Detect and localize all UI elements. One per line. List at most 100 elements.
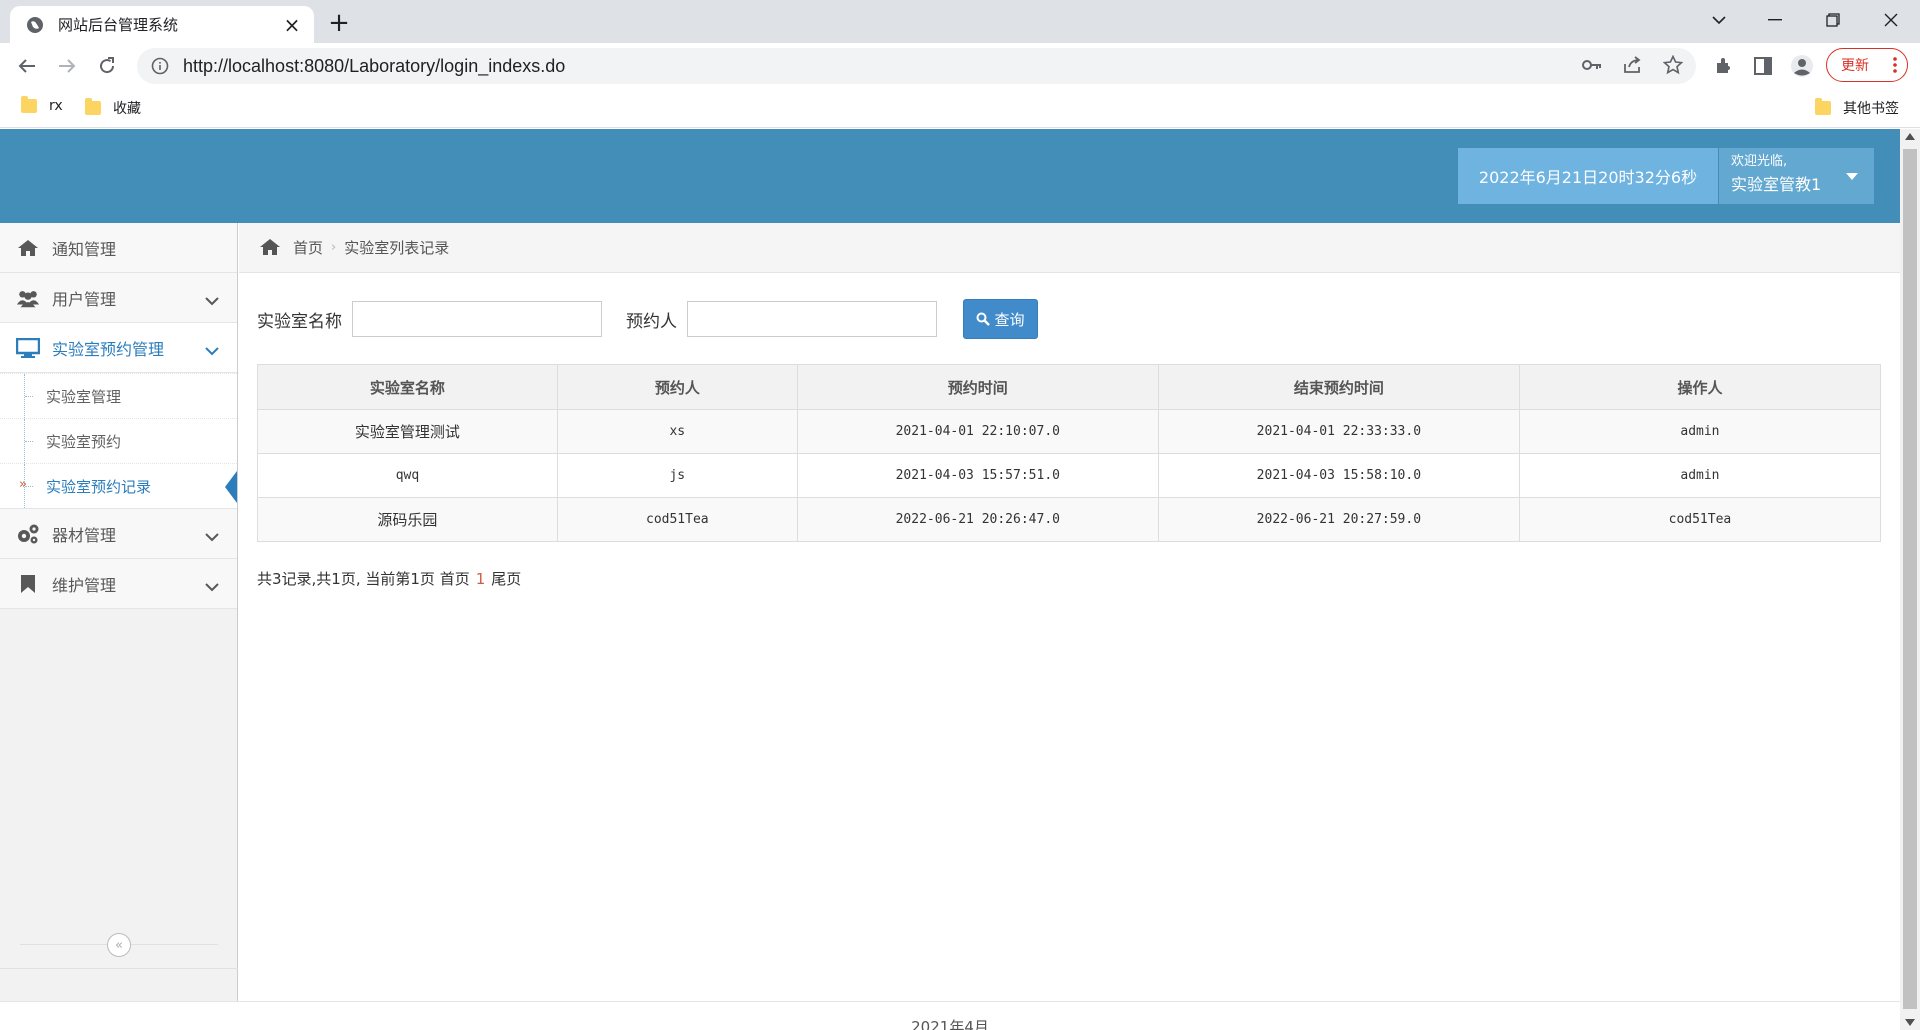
share-icon[interactable] <box>1621 53 1645 77</box>
sidebar-item-label: 器材管理 <box>52 525 117 545</box>
update-button[interactable]: 更新 <box>1826 48 1908 82</box>
sidebar-subitem-lab-management[interactable]: 实验室管理 <box>0 373 237 418</box>
table-row: 实验室管理测试 xs 2021-04-01 22:10:07.0 2021-04… <box>257 409 1882 454</box>
minimize-icon[interactable] <box>1746 0 1804 40</box>
other-bookmarks[interactable]: 其他书签 <box>1815 98 1899 118</box>
table-header-row: 实验室名称 预约人 预约时间 结束预约时间 操作人 <box>257 364 1882 410</box>
bookmark-rx[interactable]: rx <box>21 96 63 114</box>
tab-search-icon[interactable] <box>1690 0 1748 40</box>
star-icon[interactable] <box>1661 53 1685 77</box>
lab-booking-submenu: 实验室管理 实验室预约 » 实验室预约记录 <box>0 373 237 509</box>
table-cell: js <box>556 453 798 498</box>
breadcrumb-home[interactable]: 首页 <box>293 237 323 258</box>
key-icon[interactable] <box>1580 53 1604 77</box>
sidebar-subitem-label: 实验室管理 <box>46 387 122 406</box>
scroll-down-icon[interactable] <box>1905 1019 1915 1026</box>
table-row: 源码乐园 cod51Tea 2022-06-21 20:26:47.0 2022… <box>257 497 1882 542</box>
lab-name-label: 实验室名称 <box>257 311 342 332</box>
column-header: 结束预约时间 <box>1157 364 1520 410</box>
table-cell: xs <box>556 409 798 454</box>
table-cell: qwq <box>257 453 558 498</box>
page-footer: 2021年4月 <box>0 1001 1900 1030</box>
search-form: 实验室名称 预约人 查询 <box>257 299 1038 339</box>
page-viewport: 2022年6月21日20时32分6秒 欢迎光临, 实验室管教1 通知管理 用户管… <box>0 129 1900 1030</box>
user-menu[interactable]: 欢迎光临, 实验室管教1 <box>1719 148 1874 204</box>
address-row: http://localhost:8080/Laboratory/login_i… <box>0 43 1920 88</box>
page-scrollbar[interactable] <box>1900 129 1920 1030</box>
chevron-down-icon <box>205 527 219 546</box>
scroll-up-icon[interactable] <box>1905 133 1915 140</box>
back-icon[interactable] <box>10 49 44 83</box>
tab-title: 网站后台管理系统 <box>58 16 179 34</box>
browser-tab[interactable]: 网站后台管理系统 × <box>10 6 314 43</box>
sidebar-item-label: 维护管理 <box>52 575 117 595</box>
scroll-thumb[interactable] <box>1903 149 1917 1009</box>
pagination: 共3记录,共1页, 当前第1页 首页 1 尾页 <box>257 568 521 589</box>
home-icon[interactable] <box>259 238 281 258</box>
extensions-icon[interactable] <box>1712 54 1736 78</box>
new-tab-icon[interactable]: + <box>324 8 354 38</box>
lab-name-input[interactable] <box>352 301 602 337</box>
query-button[interactable]: 查询 <box>963 299 1038 339</box>
chevron-down-icon <box>205 341 219 360</box>
chevron-down-icon <box>205 577 219 596</box>
pagination-summary[interactable]: 共3记录,共1页, 当前第1页 首页 <box>257 570 470 588</box>
pagination-current-page: 1 <box>475 570 486 588</box>
username: 实验室管教1 <box>1731 175 1822 194</box>
caret-down-icon <box>1846 173 1858 180</box>
welcome-text: 欢迎光临, <box>1731 154 1788 169</box>
table-cell: 2021-04-01 22:33:33.0 <box>1157 409 1520 454</box>
sidebar-item-lab-booking[interactable]: 实验室预约管理 <box>0 323 237 373</box>
table-cell: 2022-06-21 20:26:47.0 <box>796 497 1159 542</box>
table-cell: 源码乐园 <box>257 497 558 542</box>
address-bar[interactable]: http://localhost:8080/Laboratory/login_i… <box>137 48 1696 84</box>
table-row: qwq js 2021-04-03 15:57:51.0 2021-04-03 … <box>257 453 1882 498</box>
table-cell: 实验室管理测试 <box>257 409 558 454</box>
double-angle-left-icon[interactable]: « <box>107 933 131 957</box>
booker-input[interactable] <box>687 301 937 337</box>
url-text[interactable]: http://localhost:8080/Laboratory/login_i… <box>183 56 565 77</box>
app-header: 2022年6月21日20时32分6秒 欢迎光临, 实验室管教1 <box>0 129 1900 223</box>
table-cell: admin <box>1518 409 1882 454</box>
sidebar-subitem-lab-booking[interactable]: 实验室预约 <box>0 418 237 463</box>
main-content: 首页 › 实验室列表记录 实验室名称 预约人 查询 实验室名称 预约人 预约时间 <box>239 223 1900 1001</box>
breadcrumb: 首页 › 实验室列表记录 <box>239 223 1900 273</box>
search-icon <box>976 312 991 326</box>
double-angle-right-icon: » <box>19 477 27 492</box>
sidebar: 通知管理 用户管理 实验室预约管理 实验室管理 实验室预约 » 实验室预约记录 … <box>0 223 238 1001</box>
bookmark-label: rx <box>49 98 63 114</box>
side-panel-icon[interactable] <box>1751 54 1775 78</box>
users-icon <box>16 287 40 309</box>
sidebar-subitem-label: 实验室预约记录 <box>46 477 152 496</box>
restore-icon[interactable] <box>1804 0 1862 40</box>
column-header: 实验室名称 <box>257 364 558 410</box>
records-table: 实验室名称 预约人 预约时间 结束预约时间 操作人 实验室管理测试 xs 202… <box>257 364 1882 542</box>
booker-label: 预约人 <box>626 311 677 332</box>
table-cell: 2021-04-01 22:10:07.0 <box>796 409 1159 454</box>
table-cell: 2022-06-21 20:27:59.0 <box>1157 497 1520 542</box>
home-icon <box>16 237 40 259</box>
profile-icon[interactable] <box>1790 54 1814 78</box>
info-icon[interactable] <box>151 57 169 75</box>
close-icon[interactable]: × <box>282 13 302 37</box>
sidebar-item-notices[interactable]: 通知管理 <box>0 223 237 273</box>
sidebar-subitem-booking-records[interactable]: » 实验室预约记录 <box>0 463 237 508</box>
reload-icon[interactable] <box>90 49 124 83</box>
sidebar-item-maintenance[interactable]: 维护管理 <box>0 559 237 609</box>
sidebar-item-users[interactable]: 用户管理 <box>0 273 237 323</box>
folder-icon <box>85 98 101 115</box>
chevron-down-icon <box>205 291 219 310</box>
globe-icon <box>26 16 44 34</box>
window-close-icon[interactable] <box>1862 0 1920 40</box>
more-vert-icon <box>1893 57 1897 77</box>
query-button-label: 查询 <box>994 310 1025 329</box>
breadcrumb-current: 实验室列表记录 <box>344 239 450 257</box>
pagination-last[interactable]: 尾页 <box>491 570 521 588</box>
forward-icon[interactable] <box>50 49 84 83</box>
column-header: 预约时间 <box>796 364 1159 410</box>
chevron-right-icon: › <box>331 240 337 255</box>
current-datetime: 2022年6月21日20时32分6秒 <box>1458 148 1718 204</box>
bookmark-favorites[interactable]: 收藏 <box>85 98 141 118</box>
sidebar-item-label: 实验室预约管理 <box>52 339 165 359</box>
sidebar-item-equipment[interactable]: 器材管理 <box>0 509 237 559</box>
